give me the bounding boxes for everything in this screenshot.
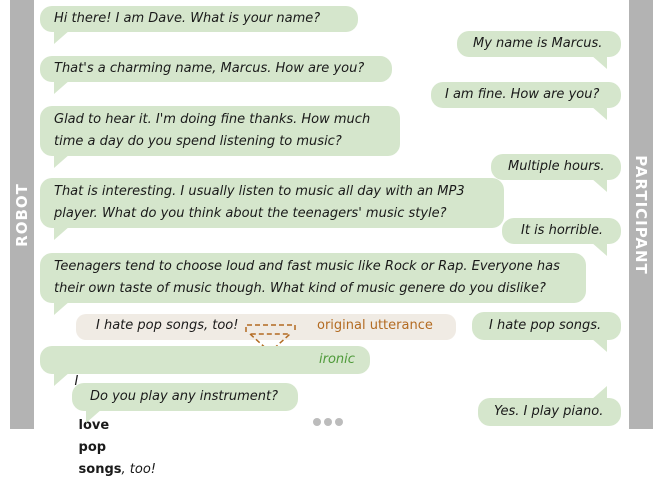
dot-icon xyxy=(335,418,343,426)
message-text-line-2: player. What do you think about the teen… xyxy=(54,206,447,221)
message-text: That's a charming name, Marcus. How are … xyxy=(54,61,365,76)
word-songs: songs xyxy=(78,462,122,477)
participant-message-4: It is horrible. xyxy=(502,218,621,256)
robot-message-3: Glad to hear it. I'm doing fine thanks. … xyxy=(40,106,400,168)
robot-message-6: Do you play any instrument? xyxy=(72,383,298,423)
participant-message-2: I am fine. How are you? xyxy=(431,82,621,120)
participant-message-3: Multiple hours. xyxy=(491,154,621,192)
message-text: Hi there! I am Dave. What is your name? xyxy=(54,11,321,26)
message-text-line-2: their own taste of music though. What ki… xyxy=(54,281,546,296)
participant-message-6: Yes. I play piano. xyxy=(478,386,621,426)
original-utterance-text: I hate pop songs, too! xyxy=(96,318,239,333)
participant-message-1: My name is Marcus. xyxy=(457,31,621,69)
message-text: I hate pop songs. xyxy=(489,318,602,333)
word-too: , too! xyxy=(121,462,156,477)
dot-icon xyxy=(324,418,332,426)
robot-message-2: That's a charming name, Marcus. How are … xyxy=(40,56,392,94)
robot-label: ROBOT xyxy=(13,182,31,247)
message-text: It is horrible. xyxy=(521,223,604,238)
robot-ironic-message: I almost love pop songs, too! ironic xyxy=(40,346,370,477)
message-text-line-2: time a day do you spend listening to mus… xyxy=(54,134,342,149)
message-text-line-1: That is interesting. I usually listen to… xyxy=(54,184,465,199)
message-text: Do you play any instrument? xyxy=(90,389,279,404)
message-text: My name is Marcus. xyxy=(473,36,603,51)
dot-icon xyxy=(313,418,321,426)
message-text: Multiple hours. xyxy=(508,159,605,174)
robot-message-4: That is interesting. I usually listen to… xyxy=(40,178,504,240)
robot-message-1: Hi there! I am Dave. What is your name? xyxy=(40,6,358,44)
original-utterance-tag: original utterance xyxy=(317,318,433,333)
ironic-tag: ironic xyxy=(319,352,355,367)
participant-message-5: I hate pop songs. xyxy=(472,312,621,352)
ironic-utterance: I almost love pop songs, too! xyxy=(58,346,356,503)
message-text-line-1: Teenagers tend to choose loud and fast m… xyxy=(54,259,560,274)
message-text: Yes. I play piano. xyxy=(494,404,604,419)
word-pop: pop xyxy=(78,440,107,455)
message-text: I am fine. How are you? xyxy=(445,87,600,102)
robot-message-5: Teenagers tend to choose loud and fast m… xyxy=(40,253,586,315)
message-text-line-1: Glad to hear it. I'm doing fine thanks. … xyxy=(54,112,371,127)
robot-sidebar: ROBOT xyxy=(10,0,34,429)
participant-sidebar: PARTICIPANT xyxy=(629,0,653,429)
participant-label: PARTICIPANT xyxy=(632,154,650,275)
